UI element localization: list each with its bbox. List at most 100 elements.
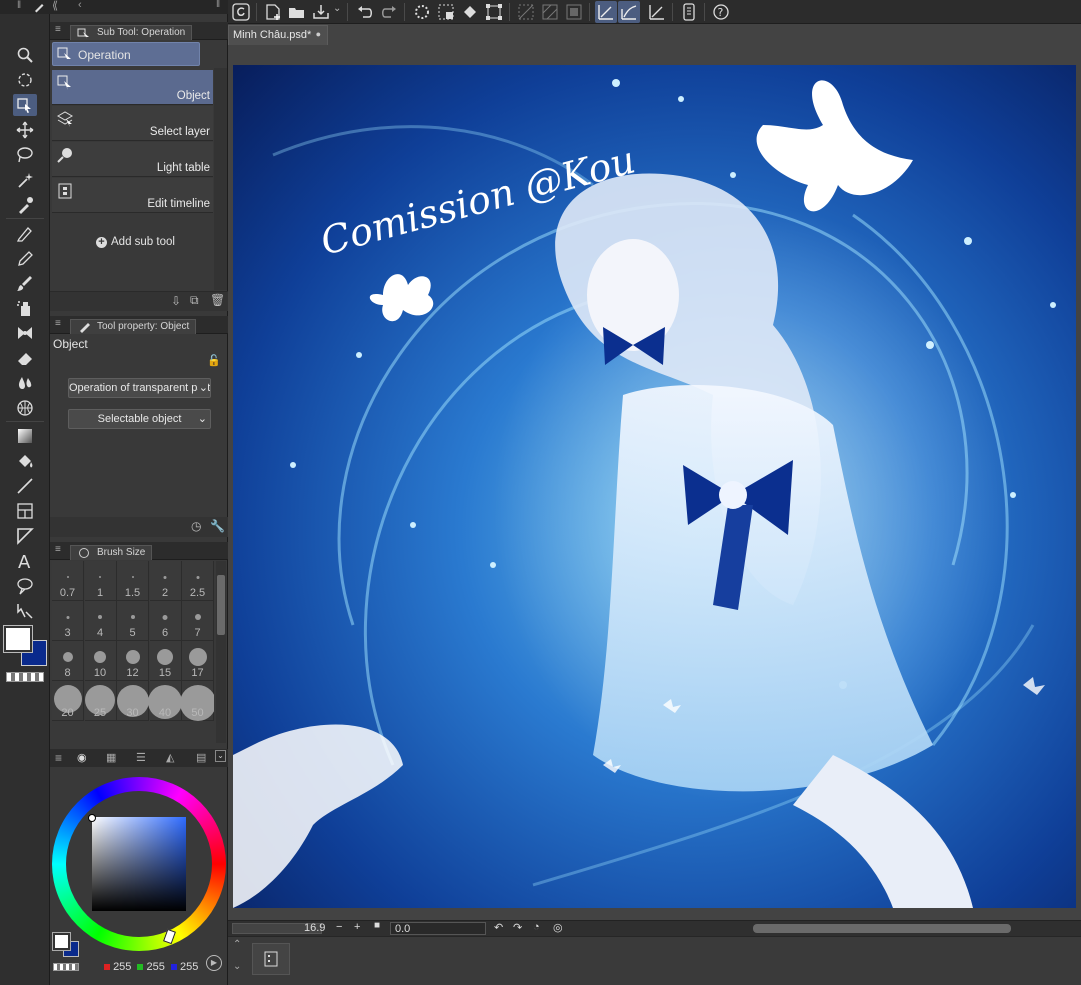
approx-color-tab-icon[interactable]: ◭ [166, 751, 174, 764]
loading-icon[interactable] [411, 1, 433, 23]
text-icon[interactable]: A [13, 550, 37, 572]
brush-size-cell[interactable]: 30 [116, 681, 149, 721]
frame-icon[interactable] [13, 500, 37, 522]
brush-size-cell[interactable]: 0.7 [52, 561, 84, 601]
fill-bucket-icon[interactable] [13, 450, 37, 472]
crop-icon[interactable] [563, 1, 585, 23]
sv-picker-handle[interactable] [88, 814, 96, 822]
add-subtool-button[interactable]: + Add sub tool [96, 236, 175, 248]
subtool-panel-tab[interactable]: Sub Tool: Operation [70, 25, 193, 40]
brush-size-cell[interactable]: 15 [149, 641, 182, 681]
zoom-out-icon[interactable]: − [336, 921, 342, 933]
brush-scroll-thumb[interactable] [217, 575, 225, 635]
panel-menu-icon[interactable]: ≡ [55, 751, 62, 765]
horizontal-scroll-thumb[interactable] [753, 924, 1011, 933]
rotation-field[interactable]: 0.0 [390, 922, 486, 935]
color-wheel-tab-icon[interactable]: ◉ [77, 751, 87, 764]
subtool-item-edit-timeline[interactable]: Edit timeline [52, 178, 213, 213]
transparent-part-select[interactable]: Operation of transparent part ⌄ [68, 378, 211, 398]
fill-icon[interactable] [459, 1, 481, 23]
brush-size-cell[interactable]: 1 [84, 561, 117, 601]
mini-main-color[interactable] [52, 932, 71, 951]
brush-size-cell[interactable]: 4 [84, 601, 117, 641]
brush-size-cell[interactable]: 10 [84, 641, 117, 681]
tool-property-tab[interactable]: Tool property: Object [70, 319, 197, 334]
eraser-icon[interactable] [13, 347, 37, 369]
save-icon[interactable] [310, 1, 332, 23]
operation-icon[interactable] [13, 94, 37, 116]
subtool-item-light-table[interactable]: Light table [52, 142, 213, 177]
redo-icon[interactable] [378, 1, 400, 23]
flip-icon[interactable]: ◎ [553, 921, 563, 934]
rotate-left-icon[interactable]: ↶ [494, 921, 503, 934]
brush-icon[interactable] [13, 272, 37, 294]
pen-quick-icon[interactable] [30, 0, 48, 14]
subtool-group-operation[interactable]: Operation [52, 42, 200, 66]
brush-size-cell[interactable]: 40 [148, 681, 182, 721]
airbrush-icon[interactable] [13, 297, 37, 319]
duplicate-icon[interactable]: ⧉ [190, 293, 199, 308]
brush-size-cell[interactable]: 5 [117, 601, 149, 641]
correct-line-icon[interactable] [13, 600, 37, 622]
subtool-scrollbar[interactable] [214, 68, 227, 290]
chevron-left-icon[interactable]: ‹ [78, 0, 82, 11]
ruler-tool-icon[interactable] [13, 525, 37, 547]
brush-scrollbar[interactable] [216, 561, 226, 743]
brush-size-cell[interactable]: 3 [52, 601, 84, 641]
import-icon[interactable]: ⇩ [171, 294, 181, 308]
transform-icon[interactable] [483, 1, 505, 23]
new-file-icon[interactable] [262, 1, 284, 23]
ruler-icon[interactable] [539, 1, 561, 23]
pen-icon[interactable] [13, 222, 37, 244]
brush-size-cell[interactable]: 25 [84, 681, 117, 721]
help-icon[interactable]: ? [710, 1, 732, 23]
color-history-tab-icon[interactable]: ▤ [196, 751, 206, 764]
snap-special-icon[interactable] [618, 1, 640, 23]
subtool-item-select-layer[interactable]: Select layer [52, 106, 213, 141]
close-icon[interactable]: ● [316, 29, 321, 39]
canvas[interactable]: Comission @Kou [233, 65, 1076, 908]
lasso-select-icon[interactable] [13, 144, 37, 166]
undo-icon[interactable] [354, 1, 376, 23]
dock-handle-icon[interactable]: ‖ [216, 0, 220, 10]
snap-ruler-icon[interactable] [595, 1, 617, 23]
smartphone-icon[interactable] [678, 1, 700, 23]
color-wheel[interactable] [52, 777, 226, 951]
panel-menu-icon[interactable]: ≡ [55, 544, 61, 555]
fit-icon[interactable]: ■ [374, 920, 380, 931]
saturation-value-square[interactable] [92, 817, 186, 911]
transparent-color-swatch[interactable] [6, 672, 44, 682]
play-icon[interactable]: ▶ [206, 955, 222, 971]
open-file-icon[interactable] [286, 1, 308, 23]
rotate-right-icon[interactable]: ↷ [513, 921, 522, 934]
brush-size-cell[interactable]: 2 [149, 561, 182, 601]
brush-size-cell[interactable]: 20 [52, 681, 84, 721]
trash-icon[interactable]: 🗑 [210, 293, 225, 307]
decoration-icon[interactable] [13, 322, 37, 344]
clear-icon[interactable] [435, 1, 457, 23]
blend-icon[interactable] [13, 372, 37, 394]
gradient-icon[interactable] [13, 425, 37, 447]
timeline-dock-button[interactable] [252, 943, 290, 975]
document-tab[interactable]: Minh Châu.psd* ● [228, 25, 328, 45]
pencil-icon[interactable] [13, 247, 37, 269]
line-icon[interactable] [13, 475, 37, 497]
brush-size-cell[interactable]: 12 [117, 641, 149, 681]
settings-dial-icon[interactable]: ◷ [191, 519, 201, 533]
main-color-swatch[interactable] [3, 625, 33, 653]
brush-size-cell[interactable]: 1.5 [117, 561, 149, 601]
brush-size-cell[interactable]: 17 [182, 641, 214, 681]
brush-size-tab[interactable]: Brush Size [70, 545, 153, 560]
panel-menu-icon[interactable]: ≡ [55, 24, 61, 35]
wrench-icon[interactable]: 🔧 [210, 519, 225, 533]
snap-grid-icon[interactable] [646, 1, 668, 23]
subtool-item-object[interactable]: Object [52, 70, 213, 105]
grid-icon[interactable] [515, 1, 537, 23]
brush-size-cell[interactable]: 7 [182, 601, 214, 641]
chevron-down-icon[interactable]: ⌄ [215, 750, 226, 762]
balloon-icon[interactable] [13, 575, 37, 597]
color-set-tab-icon[interactable]: ▦ [106, 751, 116, 764]
app-logo-icon[interactable] [230, 1, 252, 23]
brush-size-cell[interactable]: 8 [52, 641, 84, 681]
intermediate-color-tab-icon[interactable]: ☰ [136, 751, 146, 764]
